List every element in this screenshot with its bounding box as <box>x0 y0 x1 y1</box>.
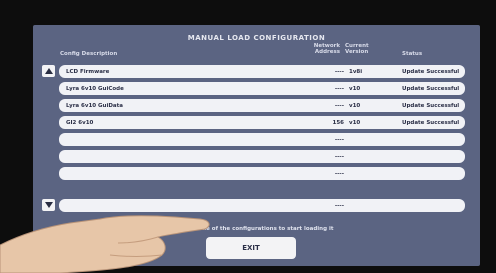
page-title: MANUAL LOAD CONFIGURATION <box>187 34 326 42</box>
config-row-guicode[interactable]: Lyra 6v10 GuiCode ---- v10 Update Succes… <box>59 82 465 95</box>
triangle-up-icon <box>45 68 53 74</box>
row-address: ---- <box>334 202 344 209</box>
config-row-empty[interactable]: ---- <box>59 150 465 163</box>
column-header-status: Status <box>402 51 423 57</box>
column-header-network-address-line2: Address <box>314 49 340 55</box>
row-description: Lyra 6v10 GuiData <box>66 102 123 109</box>
row-status: Update Successful <box>402 119 460 126</box>
row-address: 156 <box>332 119 344 126</box>
column-header-current-version: Current Version <box>345 43 369 55</box>
row-status: Update Successful <box>402 68 460 75</box>
row-address: ---- <box>334 68 344 75</box>
config-row-guidata[interactable]: Lyra 6v10 GuiData ---- v10 Update Succes… <box>59 99 465 112</box>
config-row-gi2[interactable]: GI2 6v10 156 v10 Update Successful <box>59 116 465 129</box>
row-version: 1v8i <box>349 68 363 75</box>
column-header-current-version-line2: Version <box>345 49 369 55</box>
row-address: ---- <box>334 136 344 143</box>
row-address: ---- <box>334 102 344 109</box>
row-address: ---- <box>334 85 344 92</box>
scroll-up-button[interactable] <box>42 65 55 77</box>
column-header-description: Config Description <box>60 51 118 57</box>
row-status: Update Successful <box>402 102 460 109</box>
row-address: ---- <box>334 170 344 177</box>
row-version: v10 <box>349 85 361 92</box>
config-row-lcd-firmware[interactable]: LCD Firmware ---- 1v8i Update Successful <box>59 65 465 78</box>
row-address: ---- <box>334 153 344 160</box>
row-version: v10 <box>349 102 361 109</box>
row-status: Update Successful <box>402 85 460 92</box>
column-header-network-address: Network Address <box>296 43 340 55</box>
row-description: LCD Firmware <box>66 68 110 75</box>
row-description: Lyra 6v10 GuiCode <box>66 85 124 92</box>
row-description: GI2 6v10 <box>66 119 94 126</box>
config-row-empty[interactable]: ---- <box>59 133 465 146</box>
config-row-empty[interactable]: ---- <box>59 167 465 180</box>
pointing-hand <box>0 215 210 273</box>
row-version: v10 <box>349 119 361 126</box>
